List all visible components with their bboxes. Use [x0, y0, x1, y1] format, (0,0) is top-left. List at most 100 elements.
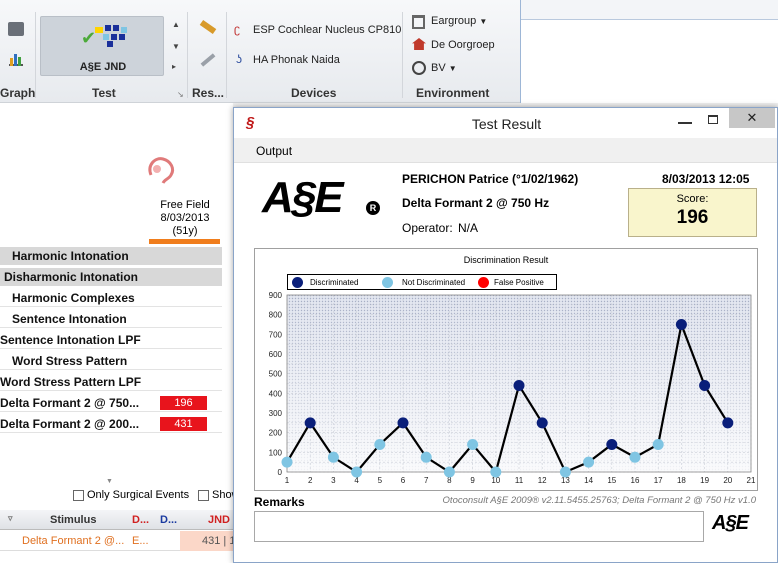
remarks-field[interactable] — [254, 511, 704, 542]
separator — [226, 12, 227, 98]
y-tick-label: 900 — [269, 291, 283, 300]
gallery-scroll-up[interactable]: ▲ — [172, 20, 180, 29]
col-d1[interactable]: D... — [132, 514, 149, 526]
x-tick-label: 16 — [631, 476, 640, 485]
dialog-launcher-icon[interactable]: ↘ — [177, 90, 184, 99]
maximize-button[interactable] — [708, 115, 718, 124]
x-tick-label: 12 — [538, 476, 547, 485]
filter-icon[interactable]: ▿ — [8, 513, 13, 524]
test-list-item[interactable]: Word Stress Pattern LPF — [0, 373, 222, 391]
env-eargroup[interactable]: Eargroup ▼ — [431, 15, 487, 27]
ase-logo: A§E R — [262, 173, 380, 233]
session-age: (51y) — [172, 225, 198, 237]
y-tick-label: 700 — [269, 330, 283, 339]
y-tick-label: 0 — [278, 468, 283, 477]
ase-jnd-label: A§E JND — [79, 61, 127, 73]
test-list-item[interactable]: Word Stress Pattern — [0, 352, 222, 370]
data-point — [281, 456, 293, 468]
test-list-label: Harmonic Intonation — [12, 249, 129, 263]
cochlear-implant-icon: ʗ — [234, 22, 240, 36]
pencil-icon[interactable] — [200, 53, 216, 67]
bar-chart-icon[interactable] — [9, 52, 23, 66]
test-list-item[interactable]: Harmonic Intonation — [0, 247, 222, 265]
col-jnd[interactable]: JND — [208, 514, 230, 526]
group-label-results: Res... — [192, 86, 225, 100]
print-icon[interactable] — [8, 22, 24, 36]
data-point — [722, 417, 734, 429]
y-tick-label: 300 — [269, 409, 283, 418]
gallery-scroll-down[interactable]: ▼ — [172, 42, 180, 51]
x-tick-label: 21 — [747, 476, 756, 485]
test-list-label: Sentence Intonation — [12, 312, 127, 326]
operator-value: N/A — [458, 221, 479, 235]
x-tick-label: 1 — [285, 476, 290, 485]
test-datetime: 8/03/2013 12:05 — [662, 172, 750, 186]
device-cochlear[interactable]: ESP Cochlear Nucleus CP810 — [253, 24, 401, 36]
title-bar: § Test Result ✕ — [234, 108, 777, 138]
ruler-icon[interactable] — [199, 19, 217, 35]
test-list-item[interactable]: Sentence Intonation — [0, 310, 222, 328]
grid-header: ▿ Stimulus D... D... JND — [0, 510, 233, 530]
registered-mark: R — [366, 201, 380, 215]
building-icon — [412, 15, 425, 29]
session-indicator — [149, 239, 220, 244]
show-checkbox[interactable] — [198, 490, 209, 501]
ase-jnd-button[interactable]: ✔ A§E JND — [40, 16, 164, 76]
left-pane: Free Field 8/03/2013 (51y) Harmonic Into… — [0, 103, 240, 563]
y-tick-label: 200 — [269, 429, 283, 438]
test-result-window: § Test Result ✕ Output A§E R PERICHON Pa… — [233, 107, 778, 563]
test-list-label: Delta Formant 2 @ 200... — [0, 417, 140, 431]
cell-jnd-value: 431 | 1 — [202, 535, 236, 547]
data-point — [583, 456, 595, 468]
data-point — [327, 451, 339, 463]
y-tick-label: 500 — [269, 370, 283, 379]
score-value: 196 — [676, 207, 709, 228]
separator — [187, 12, 188, 98]
user-icon — [412, 61, 426, 75]
close-button[interactable]: ✕ — [729, 108, 775, 128]
col-stimulus[interactable]: Stimulus — [50, 514, 96, 526]
test-list-label: Word Stress Pattern LPF — [0, 375, 142, 389]
separator — [35, 12, 36, 98]
data-point — [490, 466, 502, 478]
x-tick-label: 17 — [654, 476, 663, 485]
x-tick-label: 3 — [331, 476, 336, 485]
env-de-oorgroep[interactable]: De Oorgroep — [431, 39, 495, 51]
data-point — [397, 417, 409, 429]
data-point — [675, 319, 687, 330]
gallery-expand[interactable]: ▸ — [172, 62, 176, 71]
data-point — [652, 438, 664, 450]
group-label-environment: Environment — [416, 86, 490, 100]
test-list-item[interactable]: Sentence Intonation LPF — [0, 331, 222, 349]
test-list-item[interactable]: Delta Formant 2 @ 750... 196 — [0, 394, 222, 412]
test-list-item[interactable]: Disharmonic Intonation — [0, 268, 222, 286]
ase-small-logo: A§E — [712, 512, 758, 542]
test-list-item[interactable]: Delta Formant 2 @ 200... 431 — [0, 415, 222, 433]
score-badge: 196 — [160, 396, 207, 410]
data-point — [606, 438, 618, 450]
grid-row[interactable]: Delta Formant 2 @... E... 431 | 1 — [0, 531, 236, 551]
menu-output[interactable]: Output — [256, 144, 292, 158]
col-d2[interactable]: D... — [160, 514, 177, 526]
y-tick-label: 600 — [269, 350, 283, 359]
only-surgical-label: Only Surgical Events — [87, 489, 190, 501]
only-surgical-checkbox[interactable] — [73, 490, 84, 501]
cell-d1: E... — [132, 535, 149, 547]
test-list-label: Harmonic Complexes — [12, 291, 135, 305]
minimize-button[interactable] — [678, 122, 692, 124]
menu-bar: Output — [234, 138, 777, 163]
test-grid-icon: ✔ — [81, 25, 129, 47]
data-point — [536, 417, 548, 429]
y-tick-label: 400 — [269, 389, 283, 398]
env-bv[interactable]: BV ▼ — [431, 62, 457, 74]
device-hearing-aid[interactable]: HA Phonak Naida — [253, 54, 340, 66]
test-list-item[interactable]: Harmonic Complexes — [0, 289, 222, 307]
data-point — [443, 466, 455, 478]
splitter-grip[interactable]: ▼ — [106, 478, 113, 485]
session-date: 8/03/2013 — [160, 212, 210, 224]
data-point — [513, 379, 525, 391]
x-tick-label: 11 — [515, 476, 524, 485]
test-name: Delta Formant 2 @ 750 Hz — [402, 196, 550, 210]
test-list-label: Disharmonic Intonation — [4, 270, 139, 284]
operator-label: Operator: — [402, 221, 453, 235]
